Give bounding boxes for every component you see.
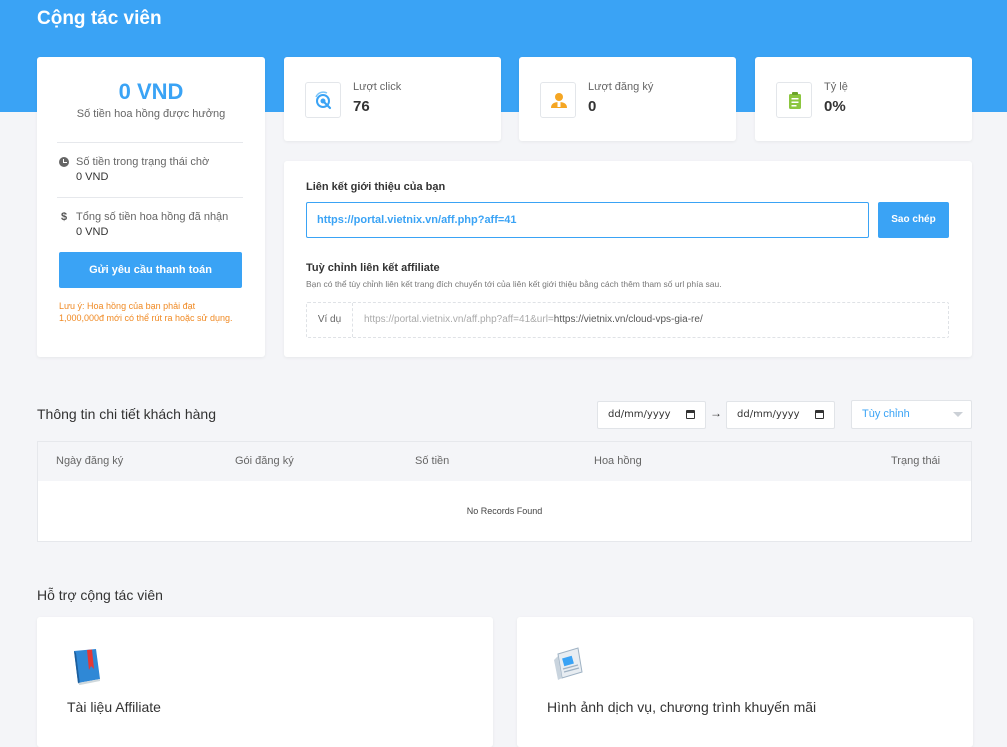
stat-card-signups: Lượt đăng ký 0 — [519, 57, 736, 141]
newspaper-icon — [550, 644, 586, 689]
request-payment-button[interactable]: Gửi yêu cầu thanh toán — [59, 252, 242, 288]
referral-title: Liên kết giới thiệu của bạn — [306, 181, 446, 193]
date-range-select[interactable]: Tùy chỉnh — [851, 400, 972, 429]
user-icon — [540, 82, 576, 118]
received-label: Tổng số tiền hoa hồng đã nhận — [76, 211, 229, 223]
referral-link-card: Liên kết giới thiệu của bạn https://port… — [284, 161, 972, 357]
received-value: 0 VND — [76, 226, 109, 238]
customer-details-title: Thông tin chi tiết khách hàng — [37, 406, 217, 422]
support-card-title: Tài liệu Affiliate — [67, 699, 161, 715]
stat-label: Lượt click — [353, 81, 402, 93]
example-url-prefix: https://portal.vietnix.vn/aff.php?aff=41… — [364, 314, 554, 325]
stat-card-ratio: Tỷ lệ 0% — [755, 57, 972, 141]
dollar-icon: $ — [60, 211, 68, 223]
custom-link-title: Tuỳ chỉnh liên kết affiliate — [306, 262, 440, 274]
column-header: Hoa hồng — [594, 455, 642, 467]
divider — [57, 197, 243, 198]
commission-subtitle: Số tiền hoa hồng được hưởng — [76, 108, 226, 120]
referral-link-field[interactable]: https://portal.vietnix.vn/aff.php?aff=41 — [306, 202, 869, 238]
support-title: Hỗ trợ cộng tác viên — [37, 587, 163, 603]
example-label: Ví dụ — [307, 303, 353, 337]
page-title: Cộng tác viên — [37, 8, 162, 29]
note-line-1: Lưu ý: Hoa hồng của bạn phải đạt — [59, 301, 196, 311]
stat-label: Lượt đăng ký — [588, 81, 654, 93]
date-to-input[interactable]: dd/mm/yyyy — [726, 401, 835, 429]
date-from-value: dd/mm/yyyy — [608, 409, 671, 420]
column-header: Ngày đăng ký — [56, 455, 124, 467]
support-card-title: Hình ảnh dịch vụ, chương trình khuyến mã… — [547, 699, 817, 715]
table-header: Ngày đăng ký Gói đăng ký Số tiền Hoa hồn… — [38, 442, 971, 481]
stat-value: 0% — [824, 98, 846, 115]
column-header: Số tiền — [415, 455, 450, 467]
date-range-value: Tùy chỉnh — [862, 408, 910, 420]
click-icon — [305, 82, 341, 118]
clock-icon — [59, 156, 69, 169]
example-url-suffix: https://vietnix.vn/cloud-vps-gia-re/ — [553, 314, 703, 325]
example-box: Ví dụ https://portal.vietnix.vn/aff.php?… — [306, 302, 949, 338]
stat-value: 0 — [588, 98, 597, 115]
calendar-icon[interactable] — [686, 410, 695, 419]
commission-card: 0 VND Số tiền hoa hồng được hưởng Số tiề… — [37, 57, 265, 357]
book-icon — [70, 645, 104, 694]
customer-table: Ngày đăng ký Gói đăng ký Số tiền Hoa hồn… — [37, 441, 972, 542]
example-url: https://portal.vietnix.vn/aff.php?aff=41… — [364, 303, 703, 337]
date-to-value: dd/mm/yyyy — [737, 409, 800, 420]
column-header: Gói đăng ký — [235, 455, 294, 467]
date-from-input[interactable]: dd/mm/yyyy — [597, 401, 706, 429]
stat-value: 76 — [353, 98, 370, 115]
stat-label: Tỷ lệ — [824, 81, 848, 93]
divider — [57, 142, 243, 143]
arrow-right-icon: → — [710, 406, 722, 420]
note-line-2: 1,000,000đ mới có thể rút ra hoặc sử dụn… — [59, 313, 233, 323]
copy-button[interactable]: Sao chép — [878, 202, 949, 238]
column-header: Trạng thái — [891, 455, 941, 467]
clipboard-icon — [776, 82, 812, 118]
calendar-icon[interactable] — [815, 410, 824, 419]
commission-amount: 0 VND — [118, 79, 184, 104]
empty-state: No Records Found — [466, 506, 543, 516]
commission-note: Lưu ý: Hoa hồng của bạn phải đạt 1,000,0… — [59, 300, 249, 324]
pending-label: Số tiền trong trạng thái chờ — [76, 156, 210, 168]
chevron-down-icon — [953, 412, 963, 417]
custom-link-description: Bạn có thể tùy chỉnh liên kết trang đích… — [306, 279, 722, 289]
pending-value: 0 VND — [76, 171, 109, 183]
stat-card-clicks: Lượt click 76 — [284, 57, 501, 141]
